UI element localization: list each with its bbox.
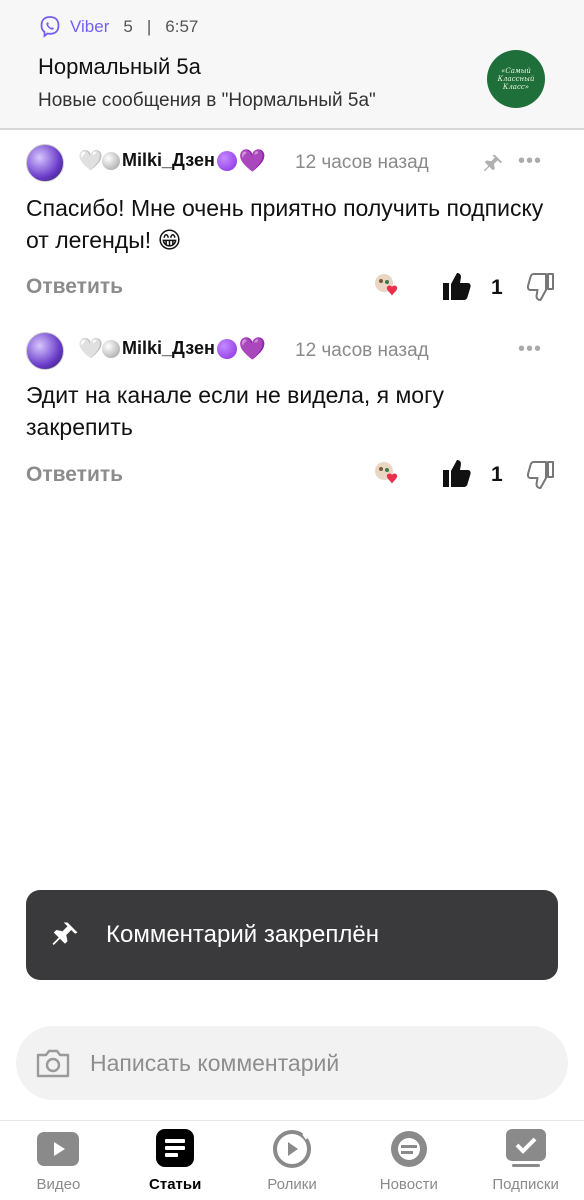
toast-text: Комментарий закреплён bbox=[106, 921, 379, 948]
nav-label: Статьи bbox=[149, 1176, 202, 1193]
pin-icon[interactable] bbox=[482, 153, 504, 175]
notification-app-name: Viber bbox=[70, 17, 110, 36]
like-icon[interactable] bbox=[440, 270, 472, 302]
pearl-emoji bbox=[102, 151, 120, 170]
nav-item-articles[interactable]: Статьи bbox=[117, 1121, 234, 1200]
reply-button[interactable]: Ответить bbox=[26, 463, 123, 487]
notification-header: Viber 5 | 6:57 bbox=[38, 14, 198, 40]
notification-text: Новые сообщения в "Нормальный 5а" bbox=[38, 90, 376, 111]
author-name: Milki_Дзен bbox=[122, 150, 215, 170]
like-count: 1 bbox=[491, 463, 503, 486]
notification-separator: | bbox=[146, 17, 152, 36]
reply-button[interactable]: Ответить bbox=[26, 275, 123, 299]
nav-item-video[interactable]: Видео bbox=[0, 1121, 117, 1200]
nav-item-subscriptions[interactable]: Подписки bbox=[467, 1121, 584, 1200]
shorts-icon bbox=[272, 1130, 312, 1168]
more-options-icon[interactable]: ••• bbox=[518, 338, 542, 361]
nav-label: Ролики bbox=[267, 1176, 317, 1193]
like-icon[interactable] bbox=[440, 457, 472, 489]
subscriptions-icon bbox=[505, 1129, 546, 1167]
white-heart-emoji: 🤍 bbox=[78, 337, 103, 360]
nav-label: Подписки bbox=[492, 1176, 559, 1193]
reaction-sticker-icon[interactable] bbox=[372, 459, 402, 489]
reaction-sticker-icon[interactable] bbox=[372, 271, 402, 301]
pearl-emoji bbox=[102, 339, 120, 358]
comment-composer bbox=[16, 1026, 568, 1100]
purple-circle-emoji bbox=[216, 338, 237, 359]
comment-author[interactable]: 🤍 Milki_Дзен 💜 bbox=[78, 335, 267, 361]
chat-avatar: «Самый Классный Класс» bbox=[487, 50, 545, 108]
bottom-navigation: Видео Статьи Ролики Новости Подписки bbox=[0, 1120, 584, 1200]
like-count: 1 bbox=[491, 276, 503, 299]
purple-heart-emoji: 💜 bbox=[238, 335, 267, 361]
comment-input[interactable] bbox=[90, 1049, 510, 1077]
pin-icon bbox=[52, 922, 78, 945]
comment-author[interactable]: 🤍 Milki_Дзен 💜 bbox=[78, 147, 267, 173]
purple-circle-emoji bbox=[216, 150, 237, 171]
video-icon bbox=[37, 1132, 80, 1166]
purple-heart-emoji: 💜 bbox=[238, 147, 267, 173]
notification-count: 5 bbox=[123, 17, 133, 36]
viber-notification[interactable]: Viber 5 | 6:57 Нормальный 5а Новые сообщ… bbox=[0, 0, 584, 130]
chat-avatar-text: «Самый Классный Класс» bbox=[497, 67, 535, 91]
avatar[interactable] bbox=[26, 144, 64, 182]
comment-text: Спасибо! Мне очень приятно получить подп… bbox=[26, 195, 544, 253]
viber-icon bbox=[40, 16, 60, 38]
news-icon bbox=[390, 1131, 427, 1167]
nav-label: Видео bbox=[36, 1176, 81, 1193]
comment-text: Эдит на канале если не видела, я могу за… bbox=[26, 382, 444, 440]
camera-icon[interactable] bbox=[34, 1047, 72, 1079]
pinned-toast: Комментарий закреплён bbox=[26, 890, 558, 980]
nav-label: Новости bbox=[379, 1176, 438, 1193]
comment-time: 12 часов назад bbox=[295, 152, 429, 173]
more-options-icon[interactable]: ••• bbox=[518, 150, 542, 173]
white-heart-emoji: 🤍 bbox=[78, 149, 103, 172]
articles-icon bbox=[156, 1129, 195, 1167]
notification-title: Нормальный 5а bbox=[38, 54, 201, 79]
nav-item-shorts[interactable]: Ролики bbox=[234, 1121, 351, 1200]
comment-time: 12 часов назад bbox=[295, 340, 429, 361]
author-name: Milki_Дзен bbox=[122, 338, 215, 358]
nav-item-news[interactable]: Новости bbox=[350, 1121, 467, 1200]
avatar[interactable] bbox=[26, 332, 64, 370]
dislike-icon[interactable] bbox=[526, 271, 556, 303]
dislike-icon[interactable] bbox=[526, 459, 556, 491]
notification-time: 6:57 bbox=[165, 17, 199, 36]
